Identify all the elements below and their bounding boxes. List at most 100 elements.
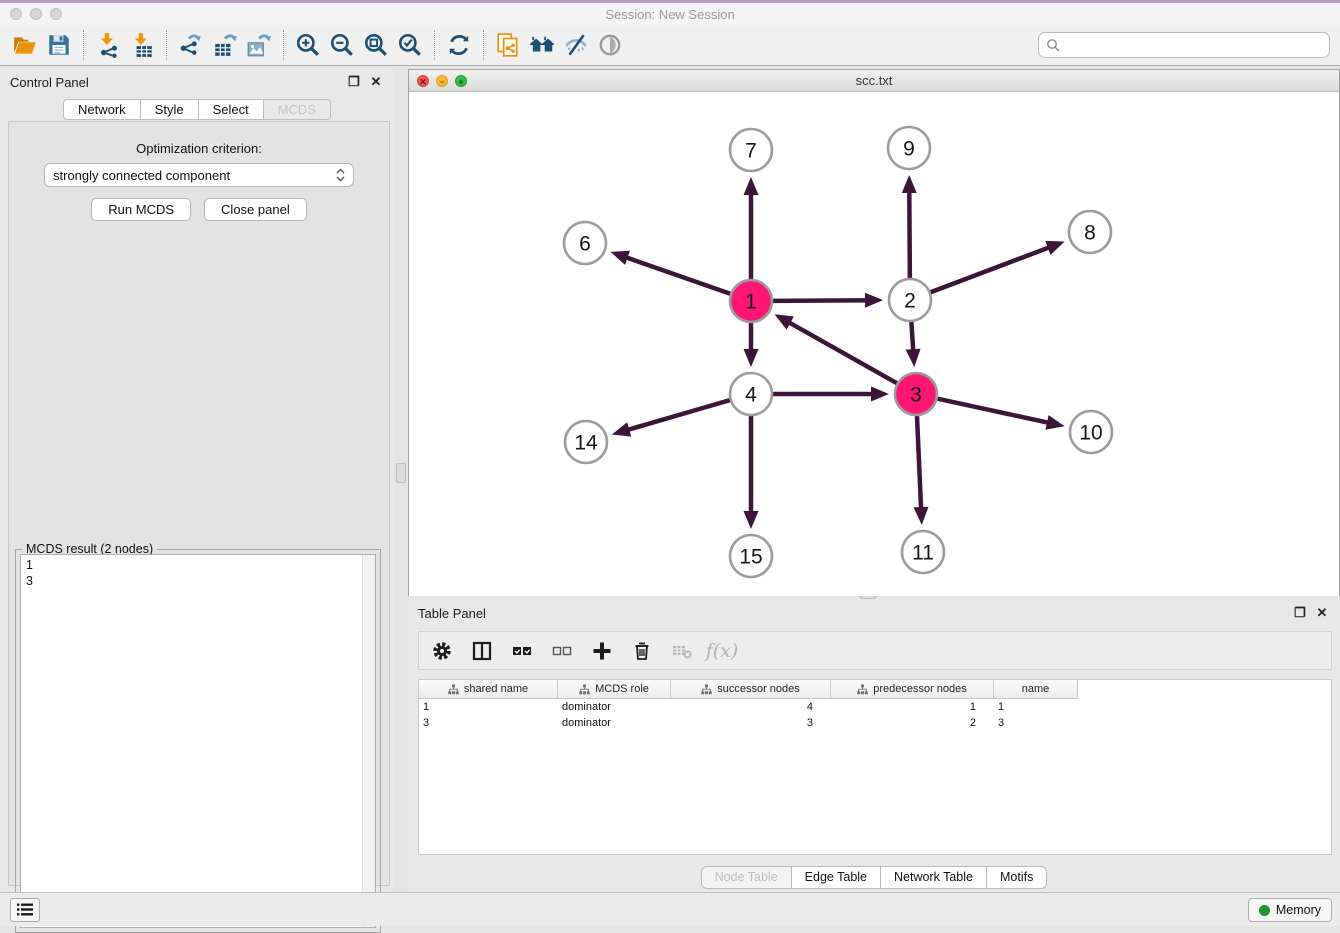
column-header-label: successor nodes [717, 683, 800, 695]
node-table[interactable]: shared nameMCDS role successor nodes prede… [418, 679, 1332, 855]
mcds-result-area[interactable]: 1 3 [20, 554, 376, 928]
graph-edge-4-14[interactable] [621, 400, 730, 432]
graph-arrowhead [914, 507, 929, 525]
search-input[interactable] [1060, 35, 1329, 55]
graph-node-label: 11 [912, 542, 934, 565]
vertical-splitter-grip[interactable] [396, 463, 406, 483]
add-column-button[interactable] [589, 638, 615, 664]
float-panel-icon[interactable]: ❐ [346, 74, 362, 90]
float-table-panel-icon[interactable]: ❐ [1292, 605, 1308, 621]
table-cell[interactable]: 3 [994, 715, 1078, 731]
home-button[interactable] [525, 29, 559, 61]
network-graph[interactable]: 7968124314101511 [409, 92, 1339, 596]
import-network-button[interactable] [91, 29, 125, 61]
column-header-MCDS-role[interactable]: MCDS role [558, 680, 671, 699]
table-cell[interactable]: 1 [419, 699, 558, 715]
graph-arrowhead [865, 293, 883, 308]
graph-edge-3-1[interactable] [782, 319, 896, 384]
memory-button[interactable]: Memory [1248, 898, 1332, 922]
column-header-label: predecessor nodes [873, 683, 967, 695]
column-header-successor-nodes[interactable]: successor nodes [671, 680, 831, 699]
table-cell[interactable]: dominator [558, 699, 671, 715]
graph-arrowhead [906, 349, 921, 367]
table-cell[interactable]: 3 [671, 715, 831, 731]
graph-edge-1-6[interactable] [619, 255, 730, 294]
table-settings-button[interactable] [429, 638, 455, 664]
graph-node-label: 6 [579, 233, 591, 256]
graph-edge-3-11[interactable] [917, 416, 921, 516]
show-details-button[interactable] [593, 29, 627, 61]
network-window: ✕ − + scc.txt 7968124314101511 [408, 69, 1340, 596]
select-all-columns-button[interactable] [509, 638, 535, 664]
import-table-button[interactable] [125, 29, 159, 61]
clear-column-selection-button[interactable] [549, 638, 575, 664]
graph-edge-1-2[interactable] [773, 300, 874, 301]
unchecked-boxes-icon [551, 640, 573, 662]
criterion-value: strongly connected component [53, 168, 336, 183]
zoom-selected-button[interactable] [393, 29, 427, 61]
save-session-button[interactable] [42, 29, 76, 61]
table-cell[interactable]: 2 [831, 715, 994, 731]
graph-edge-2-8[interactable] [931, 245, 1057, 293]
table-cell[interactable]: 4 [671, 699, 831, 715]
export-network-button[interactable] [174, 29, 208, 61]
task-history-button[interactable] [10, 898, 40, 922]
table-cell[interactable]: 1 [994, 699, 1078, 715]
zoom-selected-icon [397, 32, 423, 58]
trash-icon [631, 640, 653, 662]
tab-select[interactable]: Select [199, 99, 264, 120]
zoom-in-button[interactable] [291, 29, 325, 61]
mcds-result-lines: 1 3 [21, 555, 375, 591]
import-network-icon [95, 32, 121, 58]
tab-edge-table[interactable]: Edge Table [792, 866, 881, 889]
export-table-button[interactable] [208, 29, 242, 61]
tab-network-table[interactable]: Network Table [881, 866, 987, 889]
eye-disabled-icon [597, 32, 623, 58]
close-panel-icon[interactable]: ✕ [368, 74, 384, 90]
network-zoom-button[interactable]: + [455, 75, 467, 87]
network-close-button[interactable]: ✕ [417, 75, 429, 87]
zoom-out-button[interactable] [325, 29, 359, 61]
table-panel: Table Panel ❐ ✕ [408, 600, 1340, 893]
table-row[interactable]: 3dominator323 [419, 715, 1331, 731]
list-icon [17, 903, 33, 917]
graph-node-label: 2 [904, 290, 916, 313]
search-box[interactable] [1038, 32, 1330, 58]
graph-node-label: 8 [1084, 222, 1096, 245]
refresh-layout-button[interactable] [442, 29, 476, 61]
hide-details-button[interactable] [559, 29, 593, 61]
tab-node-table[interactable]: Node Table [701, 866, 792, 889]
close-panel-button[interactable]: Close panel [204, 198, 307, 221]
criterion-dropdown[interactable]: strongly connected component [44, 163, 354, 187]
export-image-button[interactable] [242, 29, 276, 61]
graph-edge-2-9[interactable] [909, 184, 910, 278]
graph-arrowhead [871, 387, 889, 402]
result-scrollbar[interactable] [362, 555, 375, 927]
table-cell[interactable]: 3 [419, 715, 558, 731]
network-traffic-lights: ✕ − + [417, 75, 467, 87]
open-folder-icon [12, 32, 38, 58]
table-cell[interactable]: 1 [831, 699, 994, 715]
network-minimize-button[interactable]: − [436, 75, 448, 87]
clone-network-icon [495, 32, 521, 58]
run-mcds-button[interactable]: Run MCDS [91, 198, 191, 221]
tab-network[interactable]: Network [63, 99, 141, 120]
column-type-icon [448, 684, 459, 695]
open-session-button[interactable] [8, 29, 42, 61]
delete-column-button[interactable] [629, 638, 655, 664]
column-header-shared-name[interactable]: shared name [419, 680, 558, 699]
column-header-predecessor-nodes[interactable]: predecessor nodes [831, 680, 994, 699]
graph-edge-3-10[interactable] [937, 399, 1055, 425]
table-cell[interactable]: dominator [558, 715, 671, 731]
zoom-fit-button[interactable] [359, 29, 393, 61]
tab-style[interactable]: Style [141, 99, 199, 120]
save-floppy-icon [46, 32, 72, 58]
tab-motifs[interactable]: Motifs [987, 866, 1047, 889]
show-column-panel-button[interactable] [469, 638, 495, 664]
refresh-icon [446, 32, 472, 58]
column-header-name[interactable]: name [994, 680, 1078, 699]
table-row[interactable]: 1dominator411 [419, 699, 1331, 715]
clone-network-button[interactable] [491, 29, 525, 61]
close-table-panel-icon[interactable]: ✕ [1314, 605, 1330, 621]
tab-mcds[interactable]: MCDS [264, 99, 331, 120]
